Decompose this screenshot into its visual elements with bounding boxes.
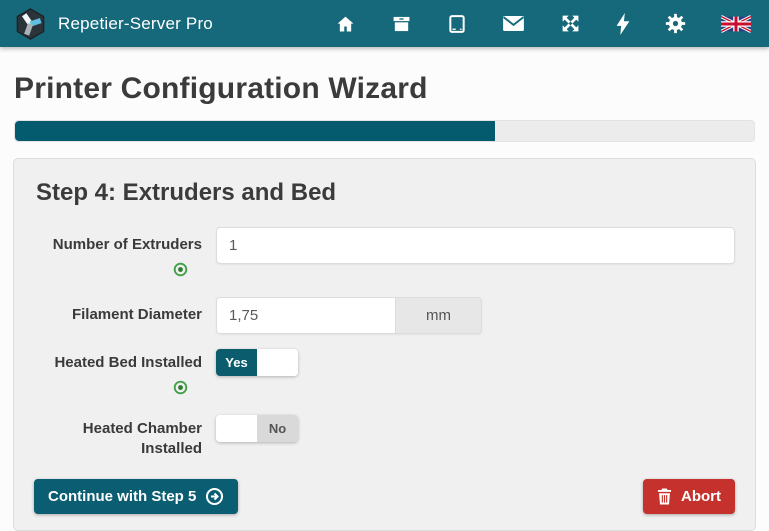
bolt-icon[interactable] — [616, 13, 630, 35]
language-flag-en-icon[interactable] — [721, 14, 751, 34]
filament-input[interactable] — [217, 298, 395, 333]
toggle-knob — [257, 349, 298, 376]
archive-box-icon[interactable] — [391, 14, 412, 34]
form-row-heated-chamber: Heated Chamber Installed No — [34, 415, 735, 459]
brand[interactable]: Repetier-Server Pro — [14, 7, 213, 41]
form-row-heated-bed: Heated Bed Installed Yes — [34, 349, 735, 400]
heated-chamber-label: Heated Chamber Installed — [34, 415, 202, 459]
abort-button[interactable]: Abort — [643, 479, 735, 514]
info-dot-circle-icon[interactable] — [173, 380, 188, 400]
info-dot-circle-icon[interactable] — [173, 262, 188, 282]
gear-icon[interactable] — [665, 13, 686, 34]
step-title: Step 4: Extruders and Bed — [36, 179, 735, 207]
form-row-filament: Filament Diameter mm — [34, 297, 735, 334]
abort-button-label: Abort — [681, 488, 721, 505]
repetier-logo-icon — [14, 7, 47, 41]
top-navbar: Repetier-Server Pro — [0, 0, 769, 47]
progress-fill — [15, 121, 495, 141]
wizard-step-card: Step 4: Extruders and Bed Number of Extr… — [13, 158, 756, 531]
continue-button[interactable]: Continue with Step 5 — [34, 479, 238, 514]
heated-bed-toggle[interactable]: Yes — [216, 349, 298, 376]
toggle-state-label: No — [257, 415, 298, 442]
filament-label: Filament Diameter — [34, 297, 202, 325]
filament-input-group: mm — [216, 297, 482, 334]
form-row-extruders: Number of Extruders — [34, 227, 735, 282]
toggle-knob — [216, 415, 257, 442]
brand-title: Repetier-Server Pro — [58, 14, 213, 34]
arrow-circle-right-icon — [205, 487, 224, 506]
home-icon[interactable] — [335, 14, 356, 34]
tablet-icon[interactable] — [447, 13, 467, 35]
wizard-progress-bar — [14, 120, 755, 142]
filament-unit-addon: mm — [395, 298, 481, 333]
extruders-input[interactable] — [216, 227, 735, 264]
page-title: Printer Configuration Wizard — [14, 72, 755, 106]
continue-button-label: Continue with Step 5 — [48, 488, 196, 505]
nav-icons — [335, 13, 755, 35]
expand-arrows-icon[interactable] — [560, 13, 581, 34]
heated-bed-label: Heated Bed Installed — [34, 349, 202, 373]
mail-icon[interactable] — [502, 15, 525, 32]
heated-chamber-toggle[interactable]: No — [216, 415, 298, 442]
extruders-label: Number of Extruders — [34, 227, 202, 255]
toggle-state-label: Yes — [216, 349, 257, 376]
trash-icon — [657, 488, 672, 505]
card-footer: Continue with Step 5 Abort — [34, 479, 735, 514]
